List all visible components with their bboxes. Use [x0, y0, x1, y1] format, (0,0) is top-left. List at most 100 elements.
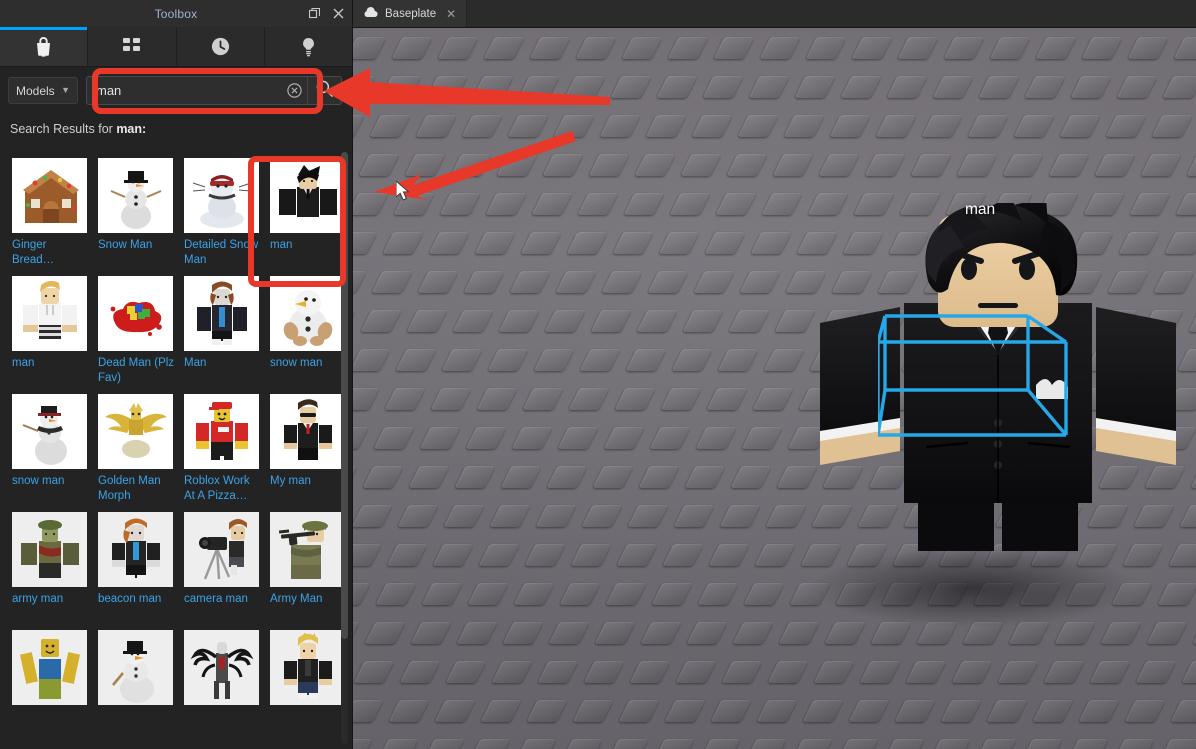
result-card[interactable]: snow man	[266, 268, 352, 386]
viewport-3d-scene[interactable]: man	[353, 28, 1196, 749]
result-card[interactable]: Detailed Snow Man	[180, 150, 266, 268]
result-thumbnail[interactable]	[98, 394, 173, 469]
result-label[interactable]	[184, 710, 262, 740]
baseplate-stud	[421, 582, 463, 605]
result-thumbnail[interactable]	[184, 158, 259, 233]
result-thumbnail[interactable]	[270, 630, 345, 705]
result-label[interactable]	[98, 710, 176, 740]
baseplate-stud	[708, 543, 750, 566]
result-card[interactable]	[94, 622, 180, 740]
baseplate-stud	[353, 231, 378, 254]
baseplate-stud	[923, 270, 965, 293]
tab-inventory[interactable]	[88, 27, 177, 66]
result-label[interactable]	[270, 710, 348, 740]
baseplate-stud	[579, 348, 621, 371]
results-scrollbar[interactable]	[341, 152, 348, 744]
tab-recent[interactable]	[177, 27, 265, 66]
result-card[interactable]: army man	[8, 504, 94, 622]
result-thumbnail[interactable]	[12, 630, 87, 705]
result-thumbnail[interactable]	[98, 276, 173, 351]
result-card[interactable]: Roblox Work At A Pizza…	[180, 386, 266, 504]
result-label[interactable]: Golden Man Morph	[98, 474, 176, 504]
baseplate-stud	[1186, 153, 1196, 176]
result-label[interactable]: Dead Man (Plz Fav)	[98, 356, 176, 386]
result-card[interactable]: Dead Man (Plz Fav)	[94, 268, 180, 386]
baseplate-stud	[1028, 387, 1070, 410]
chevron-down-icon: ▼	[61, 85, 70, 95]
result-card[interactable]: Man	[180, 268, 266, 386]
result-label[interactable]: My man	[270, 474, 348, 504]
category-select[interactable]: Models ▼	[8, 77, 78, 104]
result-thumbnail[interactable]	[12, 512, 87, 587]
result-label[interactable]: man	[12, 356, 90, 386]
baseplate-stud	[452, 309, 494, 332]
baseplate-stud	[1004, 309, 1046, 332]
baseplate-stud	[384, 387, 426, 410]
result-card[interactable]: My man	[266, 386, 352, 504]
result-label[interactable]: man	[270, 238, 348, 268]
result-thumbnail[interactable]	[184, 276, 259, 351]
baseplate-stud	[761, 192, 803, 215]
close-icon[interactable]	[328, 4, 348, 24]
result-card[interactable]: snow man	[8, 386, 94, 504]
result-thumbnail[interactable]	[12, 394, 87, 469]
result-thumbnail[interactable]	[12, 158, 87, 233]
baseplate-stud	[868, 465, 910, 488]
result-label[interactable]: Roblox Work At A Pizza…	[184, 474, 262, 504]
result-card[interactable]	[180, 622, 266, 740]
result-thumbnail[interactable]	[98, 512, 173, 587]
selection-label: man	[965, 201, 996, 218]
result-card[interactable]: Golden Man Morph	[94, 386, 180, 504]
result-thumbnail[interactable]	[98, 630, 173, 705]
baseplate-stud	[610, 75, 652, 98]
result-label[interactable]: beacon man	[98, 592, 176, 622]
result-thumbnail[interactable]	[270, 276, 345, 351]
restore-icon[interactable]	[304, 4, 324, 24]
result-label[interactable]: snow man	[270, 356, 348, 386]
search-input[interactable]	[87, 77, 281, 104]
baseplate-stud	[476, 387, 518, 410]
baseplate-stud	[474, 231, 516, 254]
result-card[interactable]: Army Man	[266, 504, 352, 622]
baseplate-stud	[951, 660, 993, 683]
close-icon[interactable]: ✕	[446, 7, 456, 21]
baseplate-stud	[423, 738, 465, 749]
result-thumbnail[interactable]	[12, 276, 87, 351]
result-thumbnail[interactable]	[270, 158, 345, 233]
result-card[interactable]: Ginger Bread…	[8, 150, 94, 268]
result-label[interactable]: army man	[12, 592, 90, 622]
baseplate-stud	[469, 738, 511, 749]
result-thumbnail[interactable]	[270, 512, 345, 587]
result-label[interactable]: Snow Man	[98, 238, 176, 268]
result-label[interactable]	[12, 710, 90, 740]
clear-circle-icon[interactable]	[281, 77, 307, 104]
result-thumbnail[interactable]	[184, 630, 259, 705]
results-scrollbar-thumb[interactable]	[341, 152, 348, 639]
result-label[interactable]: Army Man	[270, 592, 348, 622]
baseplate-stud	[947, 348, 989, 371]
result-label[interactable]: Ginger Bread…	[12, 238, 90, 268]
tab-baseplate[interactable]: Baseplate ✕	[353, 0, 468, 27]
tab-marketplace[interactable]	[0, 27, 89, 66]
result-card[interactable]: camera man	[180, 504, 266, 622]
tab-creations[interactable]	[265, 27, 352, 66]
result-label[interactable]: snow man	[12, 474, 90, 504]
result-label[interactable]: Man	[184, 356, 262, 386]
result-thumbnail[interactable]	[270, 394, 345, 469]
result-thumbnail[interactable]	[184, 394, 259, 469]
result-card[interactable]: beacon man	[94, 504, 180, 622]
result-card[interactable]: Snow Man	[94, 150, 180, 268]
search-button[interactable]	[307, 77, 341, 104]
results-grid-scroll-area[interactable]: Ginger Bread… Snow Man Detailed Snow Man ma…	[0, 150, 352, 749]
result-card[interactable]	[8, 622, 94, 740]
result-label[interactable]: Detailed Snow Man	[184, 238, 262, 268]
result-label[interactable]: camera man	[184, 592, 262, 622]
result-card[interactable]: man	[266, 150, 352, 268]
result-card[interactable]	[266, 622, 352, 740]
result-card[interactable]: man	[8, 268, 94, 386]
baseplate-stud	[614, 387, 656, 410]
result-thumbnail[interactable]	[184, 512, 259, 587]
baseplate-stud	[1131, 348, 1173, 371]
result-thumbnail[interactable]	[98, 158, 173, 233]
baseplate-stud	[594, 621, 636, 644]
